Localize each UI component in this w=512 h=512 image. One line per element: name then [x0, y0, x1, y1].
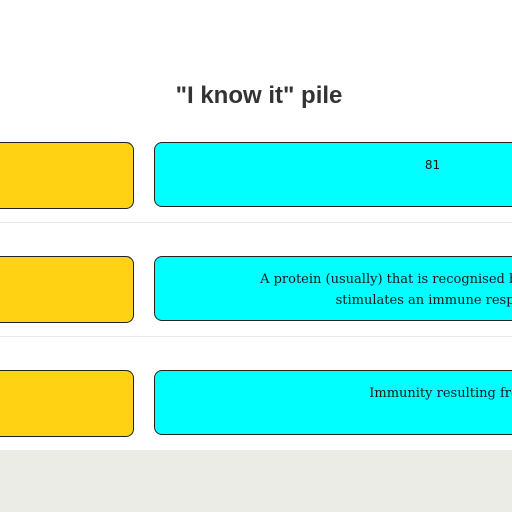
definition-line: Immunity resulting from exposure t [369, 386, 512, 401]
definition-text: A protein (usually) that is recognised b… [155, 269, 512, 311]
definition-line: stimulates an immune respo [335, 293, 512, 308]
pile-title: "I know it" pile [175, 82, 343, 109]
definition-line: A protein (usually) that is recognised b… [260, 272, 512, 287]
term-card[interactable] [0, 370, 134, 437]
definition-text: Immunity resulting from exposure t [155, 383, 512, 404]
definition-line: 81 [424, 158, 441, 172]
card-row: A protein (usually) that is recognised b… [0, 256, 512, 324]
card-row: 81 [0, 142, 512, 210]
definition-card[interactable]: Immunity resulting from exposure t [154, 370, 512, 435]
definition-text: 81 [155, 155, 512, 176]
term-card[interactable] [0, 142, 134, 209]
row-divider [0, 222, 512, 223]
term-card[interactable] [0, 256, 134, 323]
flashcard-pile-view: "I know it" pile 81 A protein (usually) … [0, 0, 512, 512]
definition-card[interactable]: A protein (usually) that is recognised b… [154, 256, 512, 321]
card-row: Immunity resulting from exposure t [0, 370, 512, 438]
row-divider [0, 336, 512, 337]
footer-band [0, 450, 512, 512]
definition-card[interactable]: 81 [154, 142, 512, 207]
